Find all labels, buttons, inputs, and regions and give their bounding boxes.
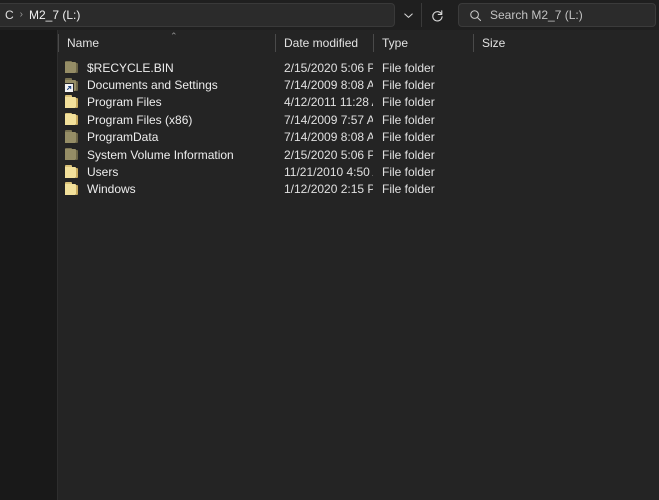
- search-icon: [469, 9, 482, 22]
- file-type-cell: File folder: [382, 130, 435, 145]
- column-divider: [473, 34, 474, 52]
- file-date-modified-cell: 2/15/2020 5:06 PM: [284, 147, 373, 162]
- file-row[interactable]: ProgramData 7/14/2009 8:08 AM File folder: [58, 129, 659, 146]
- column-header-date-modified-label: Date modified: [284, 36, 359, 50]
- file-date-modified-cell: 7/14/2009 7:57 AM: [284, 112, 373, 127]
- file-row[interactable]: Program Files (x86) 7/14/2009 7:57 AM File…: [58, 111, 659, 128]
- breadcrumb-item-root[interactable]: C: [2, 6, 17, 24]
- shortcut-arrow-icon: [64, 83, 74, 93]
- refresh-icon: [431, 9, 443, 21]
- file-name-label: ProgramData: [87, 130, 159, 145]
- file-name-cell: Program Files: [58, 95, 275, 109]
- column-header-name[interactable]: Name ⌃: [58, 30, 275, 56]
- column-divider: [275, 34, 276, 52]
- file-name-cell: ProgramData: [58, 130, 275, 144]
- address-bar: C › M2_7 (L:) Search M2_7 (L:): [0, 0, 659, 30]
- file-name-label: Users: [87, 165, 119, 180]
- file-date-modified-cell: 7/14/2009 8:08 AM: [284, 130, 373, 145]
- column-header-name-label: Name: [67, 36, 100, 50]
- file-name-label: Program Files: [87, 95, 162, 110]
- file-type-cell: File folder: [382, 60, 435, 75]
- file-date-modified-cell: 4/12/2011 11:28 AM: [284, 95, 373, 110]
- explorer-body: Name ⌃ Date modified Type Size $RECYCLE.…: [0, 30, 659, 500]
- folder-icon: [64, 165, 80, 179]
- file-name-cell: Program Files (x86): [58, 112, 275, 127]
- column-divider: [58, 34, 59, 52]
- folder-icon: [64, 147, 80, 162]
- search-placeholder-text: Search M2_7 (L:): [490, 8, 583, 22]
- file-row[interactable]: Users 11/21/2010 4:50 AM File folder: [58, 163, 659, 180]
- folder-icon: [64, 130, 80, 144]
- chevron-down-icon[interactable]: [395, 0, 421, 30]
- column-headers: Name ⌃ Date modified Type Size: [58, 30, 659, 56]
- content-pane: Name ⌃ Date modified Type Size $RECYCLE.…: [58, 30, 659, 500]
- file-name-cell: System Volume Information: [58, 147, 275, 162]
- folder-icon: [64, 95, 80, 109]
- search-input[interactable]: Search M2_7 (L:): [458, 3, 656, 27]
- folder-icon: [64, 78, 80, 93]
- file-name-label: System Volume Information: [87, 147, 234, 162]
- file-row[interactable]: Documents and Settings 7/14/2009 8:08 AM F…: [58, 76, 659, 93]
- folder-icon: [64, 60, 80, 75]
- file-name-cell: Users: [58, 165, 275, 179]
- file-type-cell: File folder: [382, 165, 435, 180]
- file-row[interactable]: Program Files 4/12/2011 11:28 AM File fold…: [58, 94, 659, 111]
- file-date-modified-cell: 2/15/2020 5:06 PM: [284, 60, 373, 75]
- file-date-modified-cell: 11/21/2010 4:50 AM: [284, 165, 373, 180]
- breadcrumb-bar[interactable]: C › M2_7 (L:): [0, 3, 395, 27]
- file-name-label: $RECYCLE.BIN: [87, 60, 174, 75]
- file-name-label: Program Files (x86): [87, 112, 193, 127]
- file-type-cell: File folder: [382, 112, 435, 127]
- column-divider: [373, 34, 374, 52]
- file-row[interactable]: Windows 1/12/2020 2:15 PM File folder: [58, 181, 659, 198]
- folder-icon: [64, 182, 80, 196]
- breadcrumb: C › M2_7 (L:): [2, 6, 83, 24]
- column-header-size-label: Size: [482, 36, 506, 50]
- column-header-type-label: Type: [382, 36, 409, 50]
- file-name-label: Windows: [87, 182, 136, 197]
- file-name-cell: Windows: [58, 182, 275, 196]
- file-list[interactable]: $RECYCLE.BIN 2/15/2020 5:06 PM File folder…: [58, 56, 659, 500]
- file-type-cell: File folder: [382, 78, 435, 93]
- file-explorer-window: C › M2_7 (L:) Search M2_7 (L:) Name ⌃ Da…: [0, 0, 659, 500]
- file-name-cell: Documents and Settings: [58, 78, 275, 93]
- breadcrumb-item-current[interactable]: M2_7 (L:): [26, 6, 83, 24]
- column-header-size[interactable]: Size: [473, 30, 540, 56]
- file-date-modified-cell: 7/14/2009 8:08 AM: [284, 78, 373, 93]
- file-row[interactable]: $RECYCLE.BIN 2/15/2020 5:06 PM File folder: [58, 59, 659, 76]
- sort-ascending-icon: ⌃: [170, 31, 178, 41]
- file-date-modified-cell: 1/12/2020 2:15 PM: [284, 182, 373, 197]
- file-name-label: Documents and Settings: [87, 78, 218, 93]
- navigation-pane[interactable]: [0, 30, 58, 500]
- file-row[interactable]: System Volume Information 2/15/2020 5:06 …: [58, 146, 659, 163]
- refresh-button[interactable]: [421, 3, 452, 27]
- file-type-cell: File folder: [382, 95, 435, 110]
- file-type-cell: File folder: [382, 147, 435, 162]
- folder-icon: [64, 112, 80, 127]
- column-header-type[interactable]: Type: [373, 30, 473, 56]
- file-type-cell: File folder: [382, 182, 435, 197]
- column-header-tail: [540, 30, 548, 56]
- file-name-cell: $RECYCLE.BIN: [58, 60, 275, 75]
- column-header-date-modified[interactable]: Date modified: [275, 30, 373, 56]
- breadcrumb-separator-icon: ›: [19, 9, 24, 20]
